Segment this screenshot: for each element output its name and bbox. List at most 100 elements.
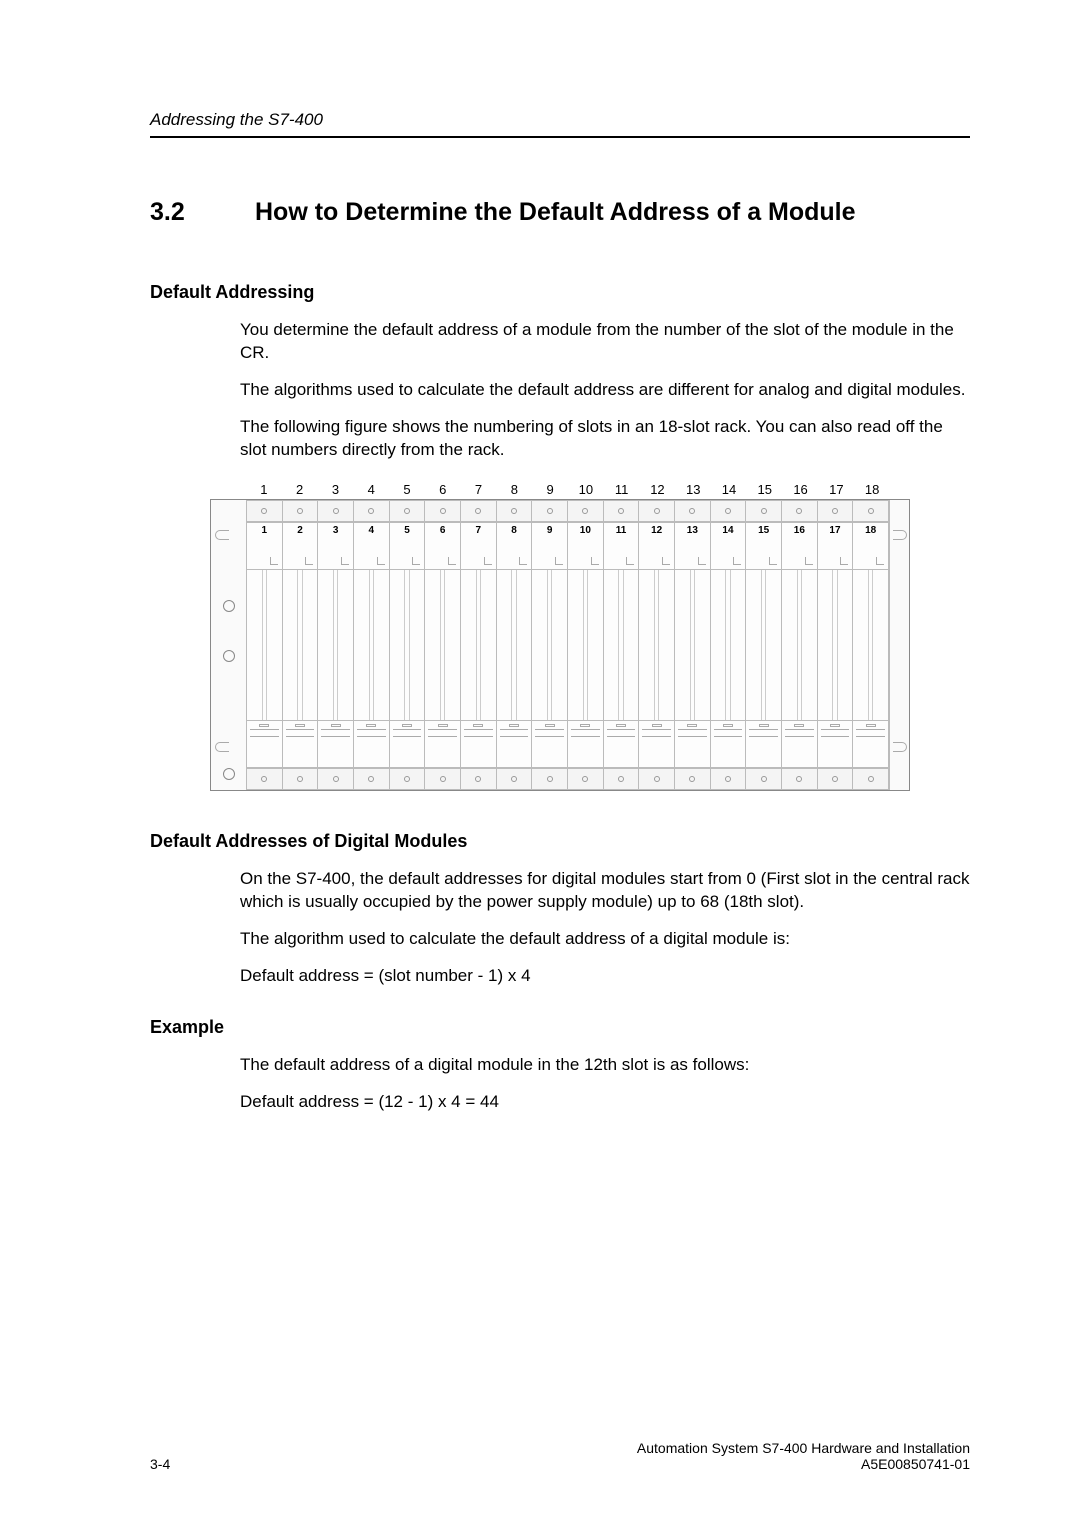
rack-slot-cell	[496, 768, 533, 790]
rack-slot-cell	[817, 768, 854, 790]
rack-slot-cell	[638, 570, 675, 720]
section-title: 3.2 How to Determine the Default Address…	[150, 198, 970, 227]
rack-slot-cell	[531, 570, 568, 720]
footer-doc-id: A5E00850741-01	[637, 1456, 970, 1472]
rack-slot-cell	[852, 720, 889, 768]
paragraph: On the S7-400, the default addresses for…	[240, 868, 970, 914]
rack-slot-label: 1	[246, 522, 283, 570]
rack-slot-cell	[496, 500, 533, 522]
rack-slot-cell	[638, 500, 675, 522]
rack-slot-label: 2	[282, 522, 319, 570]
running-header: Addressing the S7-400	[150, 110, 970, 138]
slot-header-number: 9	[532, 482, 568, 497]
formula: Default address = (12 - 1) x 4 = 44	[240, 1091, 970, 1114]
rack-slot-cell	[531, 500, 568, 522]
rack-slot-cell	[282, 570, 319, 720]
slot-header-number: 5	[389, 482, 425, 497]
rack-slot-cell	[781, 570, 818, 720]
rack-slot-cell	[246, 570, 283, 720]
slot-header-number: 1	[246, 482, 282, 497]
rack-slot-cell	[674, 570, 711, 720]
paragraph: You determine the default address of a m…	[240, 319, 970, 365]
rack-slot-cell	[496, 720, 533, 768]
rack-slot-label: 4	[353, 522, 390, 570]
rack-slot-cell	[710, 570, 747, 720]
rack-slot-label: 7	[460, 522, 497, 570]
slot-header-number: 7	[461, 482, 497, 497]
slot-header-number: 6	[425, 482, 461, 497]
heading-digital-addresses: Default Addresses of Digital Modules	[150, 831, 970, 852]
slot-header-number: 13	[675, 482, 711, 497]
formula: Default address = (slot number - 1) x 4	[240, 965, 970, 988]
slot-header-number: 14	[711, 482, 747, 497]
rack-slot-cell	[852, 500, 889, 522]
slot-header-number: 16	[783, 482, 819, 497]
rack-slot-cell	[496, 570, 533, 720]
rack-slot-label: 8	[496, 522, 533, 570]
rack-slot-cell	[317, 500, 354, 522]
rack-slot-label: 12	[638, 522, 675, 570]
rack-slot-cell	[282, 720, 319, 768]
rack-slot-cell	[282, 768, 319, 790]
rack-slot-cell	[460, 500, 497, 522]
slot-header-number: 2	[282, 482, 318, 497]
rack-slot-cell	[460, 768, 497, 790]
slot-header-number: 11	[604, 482, 640, 497]
footer-doc-title: Automation System S7-400 Hardware and In…	[637, 1440, 970, 1456]
paragraph: The default address of a digital module …	[240, 1054, 970, 1077]
rack-slot-cell	[745, 720, 782, 768]
rack-slot-cell	[852, 570, 889, 720]
page-footer: 3-4 Automation System S7-400 Hardware an…	[150, 1440, 970, 1472]
rack-slot-cell	[424, 570, 461, 720]
paragraph: The following figure shows the numbering…	[240, 416, 970, 462]
rack-slot-cell	[638, 768, 675, 790]
rack-slot-label: 9	[531, 522, 568, 570]
rack-slot-cell	[531, 720, 568, 768]
rack-slot-label: 14	[710, 522, 747, 570]
rack-slot-cell	[745, 768, 782, 790]
slot-header-number: 12	[640, 482, 676, 497]
slot-header-number: 15	[747, 482, 783, 497]
rack-slot-label: 16	[781, 522, 818, 570]
rack-slot-cell	[603, 768, 640, 790]
rack-slot-cell	[817, 500, 854, 522]
rack-slot-cell	[424, 720, 461, 768]
rack-slot-label: 18	[852, 522, 889, 570]
rack-slot-cell	[567, 768, 604, 790]
rack-slot-cell	[353, 570, 390, 720]
slot-header-number: 18	[854, 482, 890, 497]
rack-slot-cell	[852, 768, 889, 790]
rack-slot-cell	[603, 570, 640, 720]
rack-slot-cell	[638, 720, 675, 768]
rack-slot-cell	[674, 768, 711, 790]
rack-slot-cell	[567, 570, 604, 720]
rack-slot-cell	[246, 720, 283, 768]
rack-slot-cell	[567, 500, 604, 522]
rack-slot-cell	[817, 720, 854, 768]
rack-slot-cell	[674, 720, 711, 768]
rack-slot-cell	[603, 500, 640, 522]
rack-slot-cell	[710, 720, 747, 768]
rack-slot-cell	[317, 720, 354, 768]
rack-slot-cell	[460, 720, 497, 768]
rack-slot-label: 11	[603, 522, 640, 570]
rack-slot-cell	[781, 500, 818, 522]
rack-slot-label: 6	[424, 522, 461, 570]
rack-slot-cell	[781, 720, 818, 768]
rack-slot-label: 13	[674, 522, 711, 570]
rack-slot-cell	[389, 768, 426, 790]
section-number: 3.2	[150, 198, 205, 227]
body-default-addressing: You determine the default address of a m…	[150, 319, 970, 462]
slot-header-number: 3	[318, 482, 354, 497]
rack-slot-label: 10	[567, 522, 604, 570]
rack-slot-cell	[674, 500, 711, 522]
rack-slot-cell	[745, 570, 782, 720]
rack-slot-cell	[817, 570, 854, 720]
rack-slot-cell	[317, 768, 354, 790]
rack-slot-label: 5	[389, 522, 426, 570]
rack-slot-cell	[353, 720, 390, 768]
paragraph: The algorithms used to calculate the def…	[240, 379, 970, 402]
section-heading: How to Determine the Default Address of …	[255, 198, 856, 227]
rack-slot-label: 17	[817, 522, 854, 570]
rack-slot-cell	[424, 500, 461, 522]
